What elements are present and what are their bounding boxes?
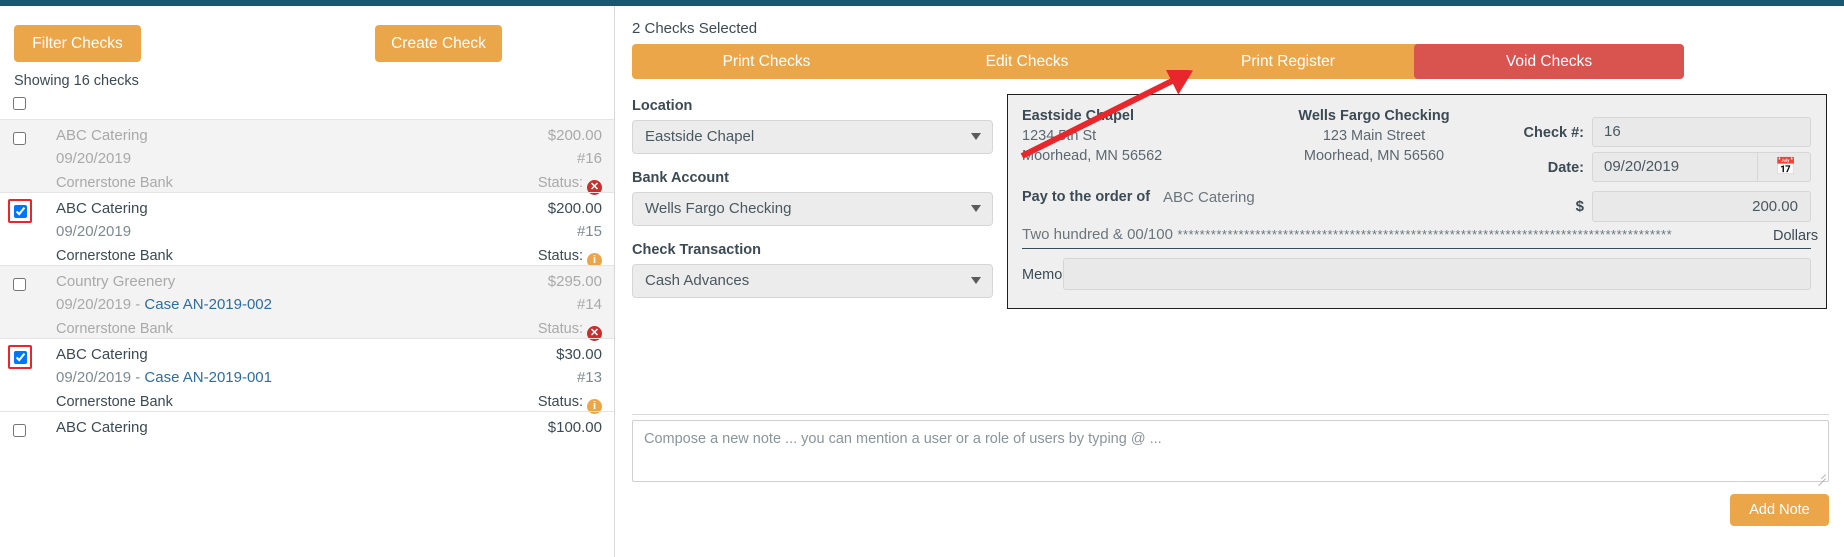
- check-bank-address-line2: Moorhead, MN 56560: [1303, 148, 1445, 164]
- check-preview: Eastside Chapel 1234 5th St Moorhead, MN…: [1007, 94, 1827, 309]
- check-payee-name: ABC Catering: [56, 127, 148, 144]
- void-checks-button[interactable]: Void Checks: [1414, 44, 1684, 79]
- row-checkbox[interactable]: [13, 424, 26, 437]
- check-transaction-value: Cash Advances: [645, 272, 750, 289]
- check-form-column: Location Eastside Chapel Bank Account We…: [632, 98, 997, 314]
- check-number-label: Check #:: [1523, 125, 1584, 141]
- note-section-divider: [632, 414, 1829, 415]
- row-checkbox-wrapper[interactable]: [6, 417, 33, 444]
- bank-account-value: Wells Fargo Checking: [645, 200, 792, 217]
- check-transaction-select[interactable]: Cash Advances: [632, 264, 993, 298]
- check-date-and-case: 09/20/2019: [56, 150, 132, 167]
- create-check-button[interactable]: Create Check: [375, 25, 502, 62]
- memo-input[interactable]: [1063, 258, 1811, 290]
- check-date-input[interactable]: 09/20/2019: [1592, 152, 1758, 182]
- check-payer-address-line1: 1234 5th St: [1022, 128, 1097, 144]
- check-management-screen: Filter Checks Create Check Showing 16 ch…: [0, 0, 1844, 557]
- case-link[interactable]: Case AN-2019-002: [144, 296, 272, 313]
- check-bank-address-line1: 123 Main Street: [1322, 128, 1426, 144]
- location-label: Location: [632, 98, 693, 114]
- check-bank-name: Cornerstone Bank: [56, 394, 173, 410]
- checks-list[interactable]: ABC Catering 09/20/2019 $200.00 #16 Cornerst…: [0, 119, 614, 557]
- dollars-label: Dollars: [1773, 228, 1819, 244]
- check-bank-name: Cornerstone Bank: [56, 321, 173, 337]
- chevron-down-icon: [971, 277, 981, 284]
- row-checkbox[interactable]: [14, 205, 27, 218]
- row-checkbox-wrapper[interactable]: [6, 271, 33, 298]
- status-label: Status:: [537, 175, 583, 191]
- table-row[interactable]: ABC Catering 09/20/2019 - Case AN-2019-00…: [0, 338, 614, 414]
- check-amount: $295.00: [547, 273, 602, 290]
- check-number: #13: [576, 369, 602, 386]
- select-all-checkbox[interactable]: [13, 97, 26, 110]
- row-checkbox-wrapper[interactable]: [8, 199, 32, 223]
- print-register-button[interactable]: Print Register: [1153, 44, 1423, 79]
- table-row[interactable]: ABC Catering 09/20/2019 $200.00 #15 Cornerst…: [0, 192, 614, 268]
- check-amount-words: Two hundred & 00/100: [1022, 226, 1173, 243]
- check-date-and-case: 09/20/2019 - Case AN-2019-001: [56, 369, 272, 386]
- row-checkbox[interactable]: [13, 278, 26, 291]
- check-detail-panel: 2 Checks Selected Print Checks Edit Chec…: [616, 6, 1844, 557]
- row-checkbox[interactable]: [14, 351, 27, 364]
- check-transaction-label: Check Transaction: [632, 242, 761, 258]
- check-payee-name: ABC Catering: [56, 346, 148, 363]
- check-payer-address-line2: Moorhead, MN 56562: [1022, 148, 1163, 164]
- check-amount: $30.00: [556, 346, 602, 363]
- check-amount: $200.00: [547, 127, 602, 144]
- check-payee-name: ABC Catering: [56, 200, 148, 217]
- check-amount-input[interactable]: 200.00: [1592, 191, 1811, 222]
- table-row[interactable]: ABC Catering 09/20/2019 $200.00 #16 Cornerst…: [0, 119, 614, 195]
- showing-count-label: Showing 16 checks: [14, 73, 139, 89]
- check-payee-name: ABC Catering: [56, 419, 148, 436]
- check-number-input[interactable]: 16: [1592, 117, 1811, 147]
- row-checkbox-wrapper[interactable]: [6, 125, 33, 152]
- row-checkbox-wrapper[interactable]: [8, 345, 32, 369]
- location-select[interactable]: Eastside Chapel: [632, 120, 993, 154]
- print-checks-button[interactable]: Print Checks: [632, 44, 901, 79]
- check-amount-filler: ****************************************…: [1177, 227, 1673, 242]
- check-number: #15: [576, 223, 602, 240]
- check-date-label: Date:: [1547, 160, 1584, 176]
- chevron-down-icon: [971, 205, 981, 212]
- check-bank-name: Cornerstone Bank: [56, 175, 173, 191]
- pay-to-order-label: Pay to the order of: [1022, 189, 1151, 205]
- dollar-sign-label: $: [1575, 198, 1584, 215]
- note-composer[interactable]: Compose a new note ... you can mention a…: [632, 420, 1829, 482]
- memo-label: Memo: [1022, 267, 1063, 283]
- check-number: #16: [576, 150, 602, 167]
- selected-count-label: 2 Checks Selected: [632, 20, 758, 37]
- note-placeholder: Compose a new note ... you can mention a…: [644, 431, 1162, 447]
- check-payer-name: Eastside Chapel: [1022, 108, 1135, 124]
- status-label: Status:: [537, 248, 583, 264]
- checks-list-panel: Filter Checks Create Check Showing 16 ch…: [0, 6, 615, 557]
- check-date-and-case: 09/20/2019: [56, 223, 132, 240]
- check-amount: $100.00: [547, 419, 602, 436]
- add-note-button[interactable]: Add Note: [1730, 494, 1829, 526]
- status-label: Status:: [537, 321, 583, 337]
- calendar-picker-button[interactable]: 📅: [1758, 152, 1811, 182]
- chevron-down-icon: [971, 133, 981, 140]
- row-checkbox[interactable]: [13, 132, 26, 145]
- bank-account-select[interactable]: Wells Fargo Checking: [632, 192, 993, 226]
- case-link[interactable]: Case AN-2019-001: [144, 369, 272, 386]
- resize-handle-icon[interactable]: [1815, 468, 1826, 479]
- check-payee-name: Country Greenery: [56, 273, 176, 290]
- edit-checks-button[interactable]: Edit Checks: [892, 44, 1162, 79]
- location-value: Eastside Chapel: [645, 128, 755, 145]
- check-number: #14: [576, 296, 602, 313]
- table-row[interactable]: ABC Catering $100.00: [0, 411, 614, 484]
- bank-account-label: Bank Account: [632, 170, 729, 186]
- filter-checks-button[interactable]: Filter Checks: [14, 25, 141, 62]
- calendar-icon: 📅: [1775, 157, 1797, 176]
- check-bank-name: Cornerstone Bank: [56, 248, 173, 264]
- check-date-and-case: 09/20/2019 - Case AN-2019-002: [56, 296, 272, 313]
- table-row[interactable]: Country Greenery 09/20/2019 - Case AN-201…: [0, 265, 614, 341]
- check-amount-words-line: Two hundred & 00/100 *******************…: [1022, 226, 1811, 249]
- status-label: Status:: [537, 394, 583, 410]
- check-payee-value: ABC Catering: [1163, 189, 1255, 206]
- check-bank-name: Wells Fargo Checking: [1298, 108, 1450, 124]
- check-amount: $200.00: [547, 200, 602, 217]
